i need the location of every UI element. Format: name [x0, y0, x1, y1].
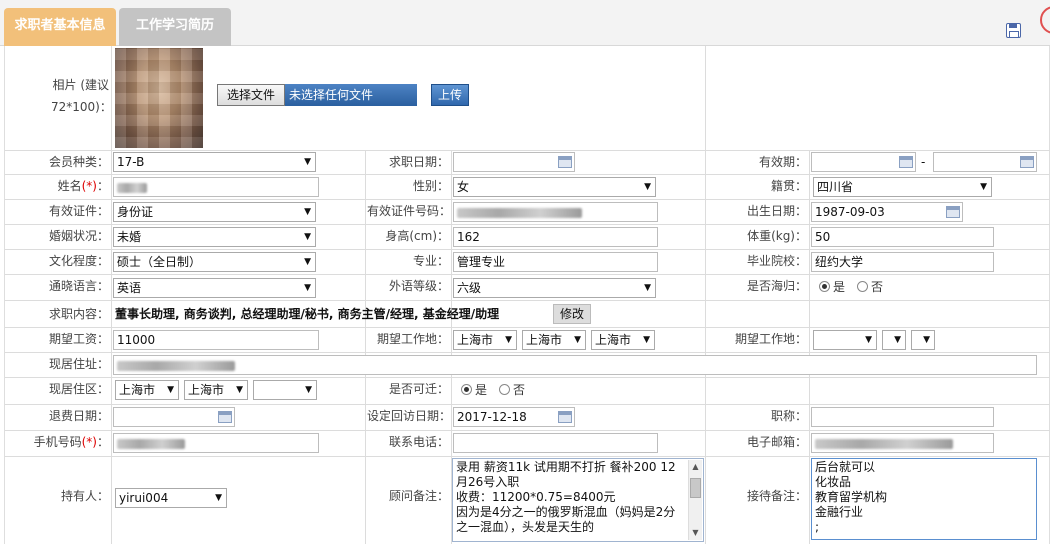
job-content-label: 求职内容：: [48, 307, 109, 321]
holder-select[interactable]: yirui004: [115, 488, 227, 508]
major-input[interactable]: 管理专业: [453, 252, 658, 272]
height-input[interactable]: 162: [453, 227, 658, 247]
id-type-select[interactable]: 身份证: [113, 202, 316, 222]
relocate-no-radio[interactable]: 否: [499, 380, 525, 400]
calendar-icon[interactable]: [558, 156, 572, 168]
work-location2-1[interactable]: [813, 330, 877, 350]
note-scrollbar[interactable]: ▲ ▼: [688, 460, 702, 540]
email-label: 电子邮箱：: [746, 435, 807, 449]
language-level-select[interactable]: 六级: [453, 278, 656, 298]
applicant-form: 相片 (建议72*100)： 选择文件 未选择任何文件 上传 会员种类： 17-…: [4, 46, 1050, 544]
mobile-label: 手机号码(*)：: [33, 435, 109, 449]
district-label: 现居住区：: [48, 382, 109, 396]
email-input[interactable]: [811, 433, 994, 453]
birth-date-label: 出生日期：: [746, 204, 807, 218]
language-label: 通晓语言：: [48, 279, 109, 293]
work-location-label: 期望工作地：: [376, 332, 449, 346]
gender-select[interactable]: 女: [453, 177, 656, 197]
work-location-3[interactable]: 上海市: [591, 330, 655, 350]
gender-label: 性别：: [412, 179, 449, 193]
salary-input[interactable]: 11000: [113, 330, 319, 350]
salary-label: 期望工资：: [48, 332, 109, 346]
job-date-label: 求职日期：: [388, 155, 449, 169]
weight-input[interactable]: 50: [811, 227, 994, 247]
job-title-input[interactable]: [811, 407, 994, 427]
reception-note-textarea[interactable]: 后台就可以 化妆品 教育留学机构 金融行业 ;: [811, 458, 1037, 540]
calendar-icon[interactable]: [899, 156, 913, 168]
job-content-value: 董事长助理, 商务谈判, 总经理助理/秘书, 商务主管/经理, 基金经理/助理: [115, 307, 500, 321]
upload-button[interactable]: 上传: [431, 84, 469, 106]
valid-to-input[interactable]: [933, 152, 1037, 172]
calendar-icon[interactable]: [946, 206, 960, 218]
applicant-photo: [115, 48, 203, 148]
district-area-select[interactable]: [253, 380, 317, 400]
close-circle-icon[interactable]: [1040, 6, 1050, 34]
origin-select[interactable]: 四川省: [813, 177, 992, 197]
id-number-input[interactable]: [453, 202, 658, 222]
address-input[interactable]: [113, 355, 1037, 375]
major-label: 专业：: [412, 254, 449, 268]
phone-input[interactable]: [453, 433, 658, 453]
period-separator: -: [921, 155, 926, 169]
district-city-select[interactable]: 上海市: [115, 380, 179, 400]
name-input[interactable]: [113, 177, 319, 197]
mobile-input[interactable]: [113, 433, 319, 453]
job-title-label: 职称：: [770, 409, 807, 423]
advisor-note-label: 顾问备注：: [388, 489, 449, 503]
callback-date-input[interactable]: 2017-12-18: [453, 407, 575, 427]
relocate-yes-radio[interactable]: 是: [461, 380, 487, 400]
reception-note-label: 接待备注：: [746, 489, 807, 503]
language-select[interactable]: 英语: [113, 278, 316, 298]
work-location2-2[interactable]: [882, 330, 906, 350]
education-select[interactable]: 硕士（全日制）: [113, 252, 316, 272]
weight-label: 体重(kg)：: [747, 229, 807, 243]
photo-label: 相片 (建议72*100)：: [51, 78, 112, 114]
school-input[interactable]: 纽约大学: [811, 252, 994, 272]
returnee-no-radio[interactable]: 否: [857, 277, 883, 297]
file-status: 未选择任何文件: [285, 84, 417, 106]
work-location-2[interactable]: 上海市: [522, 330, 586, 350]
language-level-label: 外语等级：: [388, 279, 449, 293]
calendar-icon[interactable]: [218, 411, 232, 423]
address-label: 现居住址：: [48, 357, 109, 371]
work-location-1[interactable]: 上海市: [453, 330, 517, 350]
phone-label: 联系电话：: [388, 435, 449, 449]
returnee-yes-radio[interactable]: 是: [819, 277, 845, 297]
id-type-label: 有效证件：: [48, 204, 109, 218]
marital-label: 婚姻状况：: [48, 229, 109, 243]
valid-from-input[interactable]: [811, 152, 916, 172]
save-icon[interactable]: [1006, 23, 1021, 38]
choose-file-button[interactable]: 选择文件: [217, 84, 285, 106]
birth-date-input[interactable]: 1987-09-03: [811, 202, 963, 222]
advisor-note-textarea[interactable]: 录用 薪资11k 试用期不打折 餐补200 12月26号入职 收费：11200*…: [452, 458, 704, 542]
member-type-label: 会员种类：: [48, 155, 109, 169]
member-type-select[interactable]: 17-B: [113, 152, 316, 172]
callback-date-label: 设定回访日期：: [367, 409, 452, 423]
relocate-label: 是否可迁：: [388, 382, 449, 396]
calendar-icon[interactable]: [558, 411, 572, 423]
height-label: 身高(cm)：: [385, 229, 449, 243]
tab-work-history[interactable]: 工作学习简历: [119, 8, 231, 46]
district-sub-select[interactable]: 上海市: [184, 380, 248, 400]
name-label: 姓名(*)：: [57, 179, 109, 193]
education-label: 文化程度：: [48, 254, 109, 268]
origin-label: 籍贯：: [770, 179, 807, 193]
holder-label: 持有人：: [60, 489, 109, 503]
valid-period-label: 有效期：: [758, 155, 807, 169]
id-number-label: 有效证件号码：: [367, 204, 452, 218]
returnee-label: 是否海归：: [746, 279, 807, 293]
refund-date-label: 退费日期：: [48, 409, 109, 423]
modify-button[interactable]: 修改: [553, 304, 591, 324]
tab-bar: 求职者基本信息 工作学习简历: [0, 0, 1050, 46]
school-label: 毕业院校：: [746, 254, 807, 268]
calendar-icon[interactable]: [1020, 156, 1034, 168]
job-date-input[interactable]: [453, 152, 575, 172]
work-location2-3[interactable]: [911, 330, 935, 350]
refund-date-input[interactable]: [113, 407, 235, 427]
tab-basic-info[interactable]: 求职者基本信息: [4, 8, 116, 46]
work-location2-label: 期望工作地：: [734, 332, 807, 346]
marital-select[interactable]: 未婚: [113, 227, 316, 247]
